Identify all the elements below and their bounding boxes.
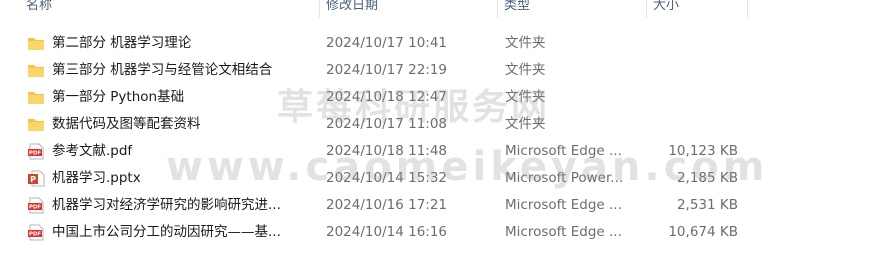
column-header-size[interactable]: 大小 [647,0,747,18]
file-name: 第二部分 机器学习理论 [52,35,192,51]
file-row[interactable]: PDF 中国上市公司分工的动因研究——基... 2024/10/14 16:16 Mi… [0,219,870,246]
file-type: Microsoft Edge ... [505,224,622,240]
folder-icon [27,116,45,133]
file-row[interactable]: PDF 参考文献.pdf 2024/10/18 11:48 Microsoft Edg… [0,138,870,165]
file-modified-date: 2024/10/18 12:47 [326,89,448,105]
folder-icon [27,89,45,106]
file-size [648,57,738,84]
file-size: 10,674 KB [668,224,738,240]
pdf-icon: PDF [27,197,45,214]
file-size: 2,185 KB [676,170,738,186]
file-row[interactable]: P 机器学习.pptx 2024/10/14 15:32 Microsoft Powe… [0,165,870,192]
file-row[interactable]: PDF 机器学习对经济学研究的影响研究进... 2024/10/16 17:21 Mi… [0,192,870,219]
file-name: 机器学习对经济学研究的影响研究进... [52,197,281,213]
file-type: 文件夹 [505,116,546,132]
svg-text:PDF: PDF [29,232,42,238]
pptx-icon: P [27,170,45,187]
file-name: 第一部分 Python基础 [52,89,185,105]
file-modified-date: 2024/10/18 11:48 [326,143,448,159]
svg-text:P: P [30,175,36,184]
column-header-type[interactable]: 类型 [498,0,646,18]
pdf-icon: PDF [27,143,45,160]
file-type: Microsoft Edge ... [505,143,622,159]
file-row[interactable]: 第一部分 Python基础 2024/10/18 12:47 文件夹 [0,84,870,111]
file-row[interactable]: 第三部分 机器学习与经管论文相结合 2024/10/17 22:19 文件夹 [0,57,870,84]
file-list: 第二部分 机器学习理论 2024/10/17 10:41 文件夹 第三部分 机器学习与… [0,30,870,246]
file-size [648,84,738,111]
file-name: 数据代码及图等配套资料 [52,116,201,132]
file-modified-date: 2024/10/17 22:19 [326,62,448,78]
file-modified-date: 2024/10/14 16:16 [326,224,448,240]
folder-icon [27,35,45,52]
file-modified-date: 2024/10/17 10:41 [326,35,448,51]
file-modified-date: 2024/10/14 15:32 [326,170,448,186]
folder-icon [27,62,45,79]
file-size: 2,531 KB [676,197,738,213]
column-divider[interactable] [747,0,748,18]
svg-text:PDF: PDF [29,205,42,211]
svg-text:PDF: PDF [29,151,42,157]
file-size: 10,123 KB [668,143,738,159]
file-type: Microsoft Power... [505,170,624,186]
file-size [648,30,738,57]
column-header-name[interactable]: 名称 [20,0,320,18]
column-header-date[interactable]: 修改日期 [320,0,497,18]
file-modified-date: 2024/10/16 17:21 [326,197,448,213]
file-name: 第三部分 机器学习与经管论文相结合 [52,62,273,78]
file-name: 中国上市公司分工的动因研究——基... [52,224,281,240]
file-row[interactable]: 第二部分 机器学习理论 2024/10/17 10:41 文件夹 [0,30,870,57]
file-name: 参考文献.pdf [52,143,133,159]
column-header-bar: 名称 修改日期 类型 大小 [0,0,870,18]
file-type: 文件夹 [505,89,546,105]
pdf-icon: PDF [27,224,45,241]
file-row[interactable]: 数据代码及图等配套资料 2024/10/17 11:08 文件夹 [0,111,870,138]
file-modified-date: 2024/10/17 11:08 [326,116,448,132]
file-name: 机器学习.pptx [52,170,141,186]
file-type: 文件夹 [505,35,546,51]
file-size [648,111,738,138]
file-type: 文件夹 [505,62,546,78]
file-type: Microsoft Edge ... [505,197,622,213]
